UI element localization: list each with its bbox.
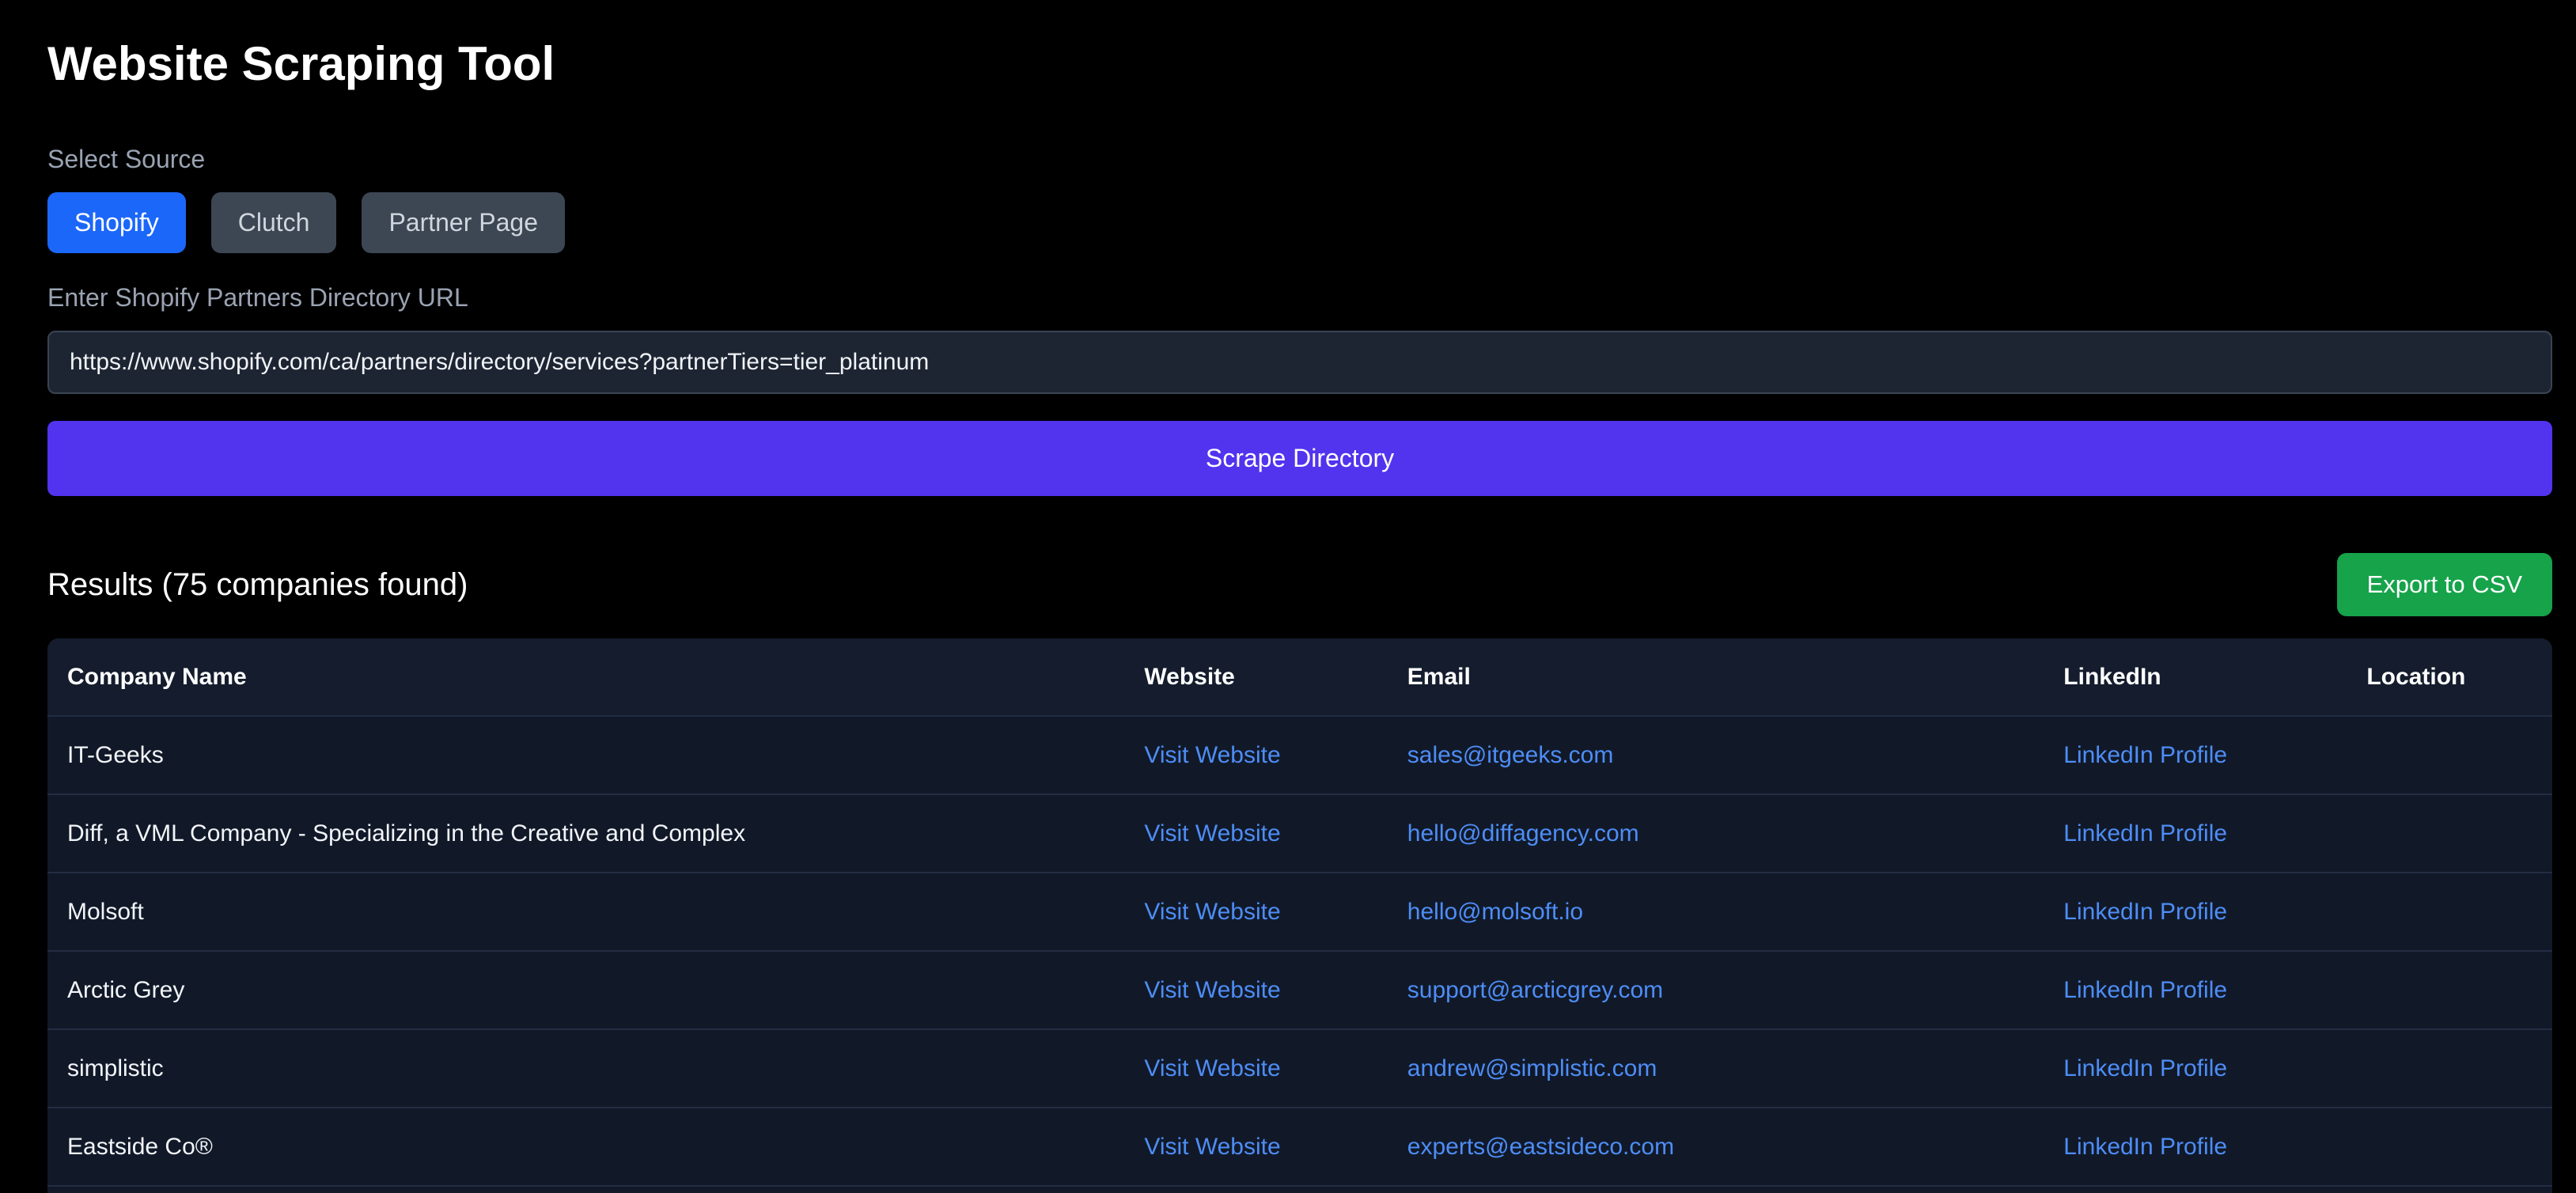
page-title: Website Scraping Tool bbox=[47, 36, 2552, 91]
location-cell bbox=[2347, 951, 2552, 1029]
linkedin-profile-link[interactable]: LinkedIn Profile bbox=[2063, 820, 2227, 846]
visit-website-link[interactable]: Visit Website bbox=[1144, 742, 1280, 768]
company-name-cell: Arctic Grey bbox=[47, 951, 1124, 1029]
source-button-group: Shopify Clutch Partner Page bbox=[47, 192, 2552, 253]
company-name-cell: Diff, a VML Company - Specializing in th… bbox=[47, 794, 1124, 873]
table-header-row: Company Name Website Email LinkedIn Loca… bbox=[47, 638, 2552, 716]
company-name-cell: simplistic bbox=[47, 1029, 1124, 1108]
column-header-company: Company Name bbox=[47, 638, 1124, 716]
url-input-label: Enter Shopify Partners Directory URL bbox=[47, 282, 2552, 313]
linkedin-cell: LinkedIn Profile bbox=[2044, 951, 2347, 1029]
column-header-location: Location bbox=[2347, 638, 2552, 716]
linkedin-profile-link[interactable]: LinkedIn Profile bbox=[2063, 899, 2227, 925]
table-row: Molsoft Visit Website hello@molsoft.io L… bbox=[47, 873, 2552, 951]
visit-website-link[interactable]: Visit Website bbox=[1144, 899, 1280, 925]
website-cell: Visit Website bbox=[1124, 716, 1387, 794]
website-cell: Visit Website bbox=[1124, 1029, 1387, 1108]
export-csv-button[interactable]: Export to CSV bbox=[2337, 553, 2552, 616]
table-row-partial bbox=[47, 1186, 2552, 1193]
results-heading: Results (75 companies found) bbox=[47, 567, 468, 603]
visit-website-link[interactable]: Visit Website bbox=[1144, 1055, 1280, 1081]
linkedin-cell: LinkedIn Profile bbox=[2044, 1029, 2347, 1108]
email-link[interactable]: sales@itgeeks.com bbox=[1407, 742, 1614, 768]
results-table-container: Company Name Website Email LinkedIn Loca… bbox=[47, 638, 2552, 1193]
email-link[interactable]: experts@eastsideco.com bbox=[1407, 1134, 1674, 1160]
table-row: IT-Geeks Visit Website sales@itgeeks.com… bbox=[47, 716, 2552, 794]
email-cell: sales@itgeeks.com bbox=[1388, 716, 2044, 794]
email-link[interactable]: hello@diffagency.com bbox=[1407, 820, 1639, 846]
company-name-cell: Eastside Co® bbox=[47, 1108, 1124, 1186]
linkedin-profile-link[interactable]: LinkedIn Profile bbox=[2063, 742, 2227, 768]
linkedin-profile-link[interactable]: LinkedIn Profile bbox=[2063, 1055, 2227, 1081]
location-cell bbox=[2347, 716, 2552, 794]
visit-website-link[interactable]: Visit Website bbox=[1144, 977, 1280, 1003]
source-button-partner-page[interactable]: Partner Page bbox=[362, 192, 565, 253]
results-bar: Results (75 companies found) Export to C… bbox=[47, 553, 2552, 616]
column-header-website: Website bbox=[1124, 638, 1387, 716]
email-link[interactable]: hello@molsoft.io bbox=[1407, 899, 1583, 925]
table-row: Arctic Grey Visit Website support@arctic… bbox=[47, 951, 2552, 1029]
table-row: simplistic Visit Website andrew@simplist… bbox=[47, 1029, 2552, 1108]
linkedin-cell: LinkedIn Profile bbox=[2044, 1108, 2347, 1186]
select-source-label: Select Source bbox=[47, 143, 2552, 175]
scrape-directory-button[interactable]: Scrape Directory bbox=[47, 421, 2552, 496]
column-header-email: Email bbox=[1388, 638, 2044, 716]
table-row: Diff, a VML Company - Specializing in th… bbox=[47, 794, 2552, 873]
linkedin-profile-link[interactable]: LinkedIn Profile bbox=[2063, 1134, 2227, 1160]
linkedin-cell: LinkedIn Profile bbox=[2044, 873, 2347, 951]
email-link[interactable]: support@arcticgrey.com bbox=[1407, 977, 1663, 1003]
email-cell: hello@diffagency.com bbox=[1388, 794, 2044, 873]
company-name-cell: IT-Geeks bbox=[47, 716, 1124, 794]
location-cell bbox=[2347, 794, 2552, 873]
location-cell bbox=[2347, 1108, 2552, 1186]
results-table: Company Name Website Email LinkedIn Loca… bbox=[47, 638, 2552, 1193]
company-name-cell: Molsoft bbox=[47, 873, 1124, 951]
source-button-shopify[interactable]: Shopify bbox=[47, 192, 186, 253]
website-cell: Visit Website bbox=[1124, 1108, 1387, 1186]
location-cell bbox=[2347, 873, 2552, 951]
email-cell: hello@molsoft.io bbox=[1388, 873, 2044, 951]
linkedin-cell: LinkedIn Profile bbox=[2044, 794, 2347, 873]
table-row: Eastside Co® Visit Website experts@easts… bbox=[47, 1108, 2552, 1186]
source-button-clutch[interactable]: Clutch bbox=[211, 192, 337, 253]
visit-website-link[interactable]: Visit Website bbox=[1144, 820, 1280, 846]
email-cell: experts@eastsideco.com bbox=[1388, 1108, 2044, 1186]
linkedin-profile-link[interactable]: LinkedIn Profile bbox=[2063, 977, 2227, 1003]
scraping-tool-page: Website Scraping Tool Select Source Shop… bbox=[0, 0, 2576, 1193]
email-cell: andrew@simplistic.com bbox=[1388, 1029, 2044, 1108]
location-cell bbox=[2347, 1029, 2552, 1108]
linkedin-cell: LinkedIn Profile bbox=[2044, 716, 2347, 794]
website-cell: Visit Website bbox=[1124, 794, 1387, 873]
email-link[interactable]: andrew@simplistic.com bbox=[1407, 1055, 1657, 1081]
directory-url-input[interactable] bbox=[47, 331, 2552, 394]
visit-website-link[interactable]: Visit Website bbox=[1144, 1134, 1280, 1160]
column-header-linkedin: LinkedIn bbox=[2044, 638, 2347, 716]
results-table-body: IT-Geeks Visit Website sales@itgeeks.com… bbox=[47, 716, 2552, 1193]
email-cell: support@arcticgrey.com bbox=[1388, 951, 2044, 1029]
website-cell: Visit Website bbox=[1124, 951, 1387, 1029]
website-cell: Visit Website bbox=[1124, 873, 1387, 951]
